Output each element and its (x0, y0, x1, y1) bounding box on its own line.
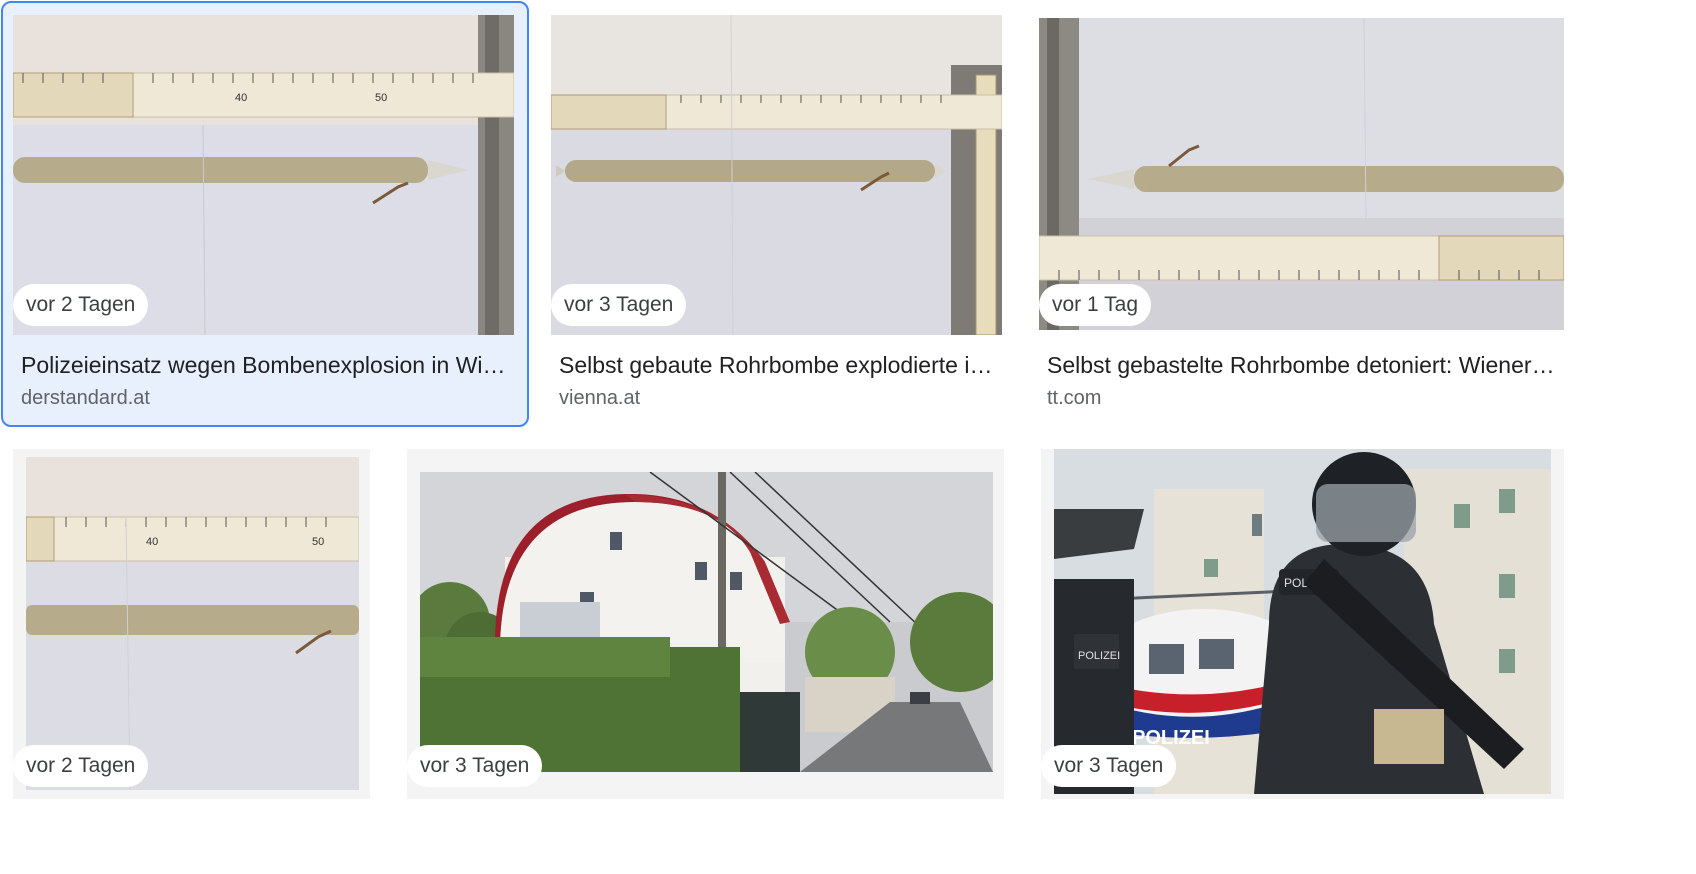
age-badge-2: vor 3 Tagen (551, 284, 687, 326)
result-title-2[interactable]: Selbst gebaute Rohrbombe explodierte in… (559, 350, 999, 380)
svg-text:50: 50 (375, 92, 387, 104)
result-image-5[interactable] (420, 472, 993, 772)
result-source-3[interactable]: tt.com (1047, 385, 1101, 411)
age-badge-4: vor 2 Tagen (13, 745, 149, 787)
svg-text:50: 50 (312, 536, 324, 548)
result-title-3[interactable]: Selbst gebastelte Rohrbombe detoniert: W… (1047, 350, 1557, 380)
result-title-1[interactable]: Polizeieinsatz wegen Bombenexplosion in … (21, 350, 511, 380)
result-image-6[interactable]: POLIZEI POLIZEI POLIZEI (1054, 449, 1551, 794)
age-badge-5: vor 3 Tagen (407, 745, 543, 787)
svg-text:40: 40 (146, 536, 158, 548)
age-badge-1: vor 2 Tagen (13, 284, 149, 326)
result-source-1[interactable]: derstandard.at (21, 385, 150, 411)
svg-text:POLIZEI: POLIZEI (1078, 650, 1120, 662)
svg-text:40: 40 (235, 92, 247, 104)
age-badge-6: vor 3 Tagen (1041, 745, 1177, 787)
result-image-4[interactable]: 40 50 (26, 457, 359, 790)
age-badge-3: vor 1 Tag (1039, 284, 1151, 326)
result-source-2[interactable]: vienna.at (559, 385, 640, 411)
